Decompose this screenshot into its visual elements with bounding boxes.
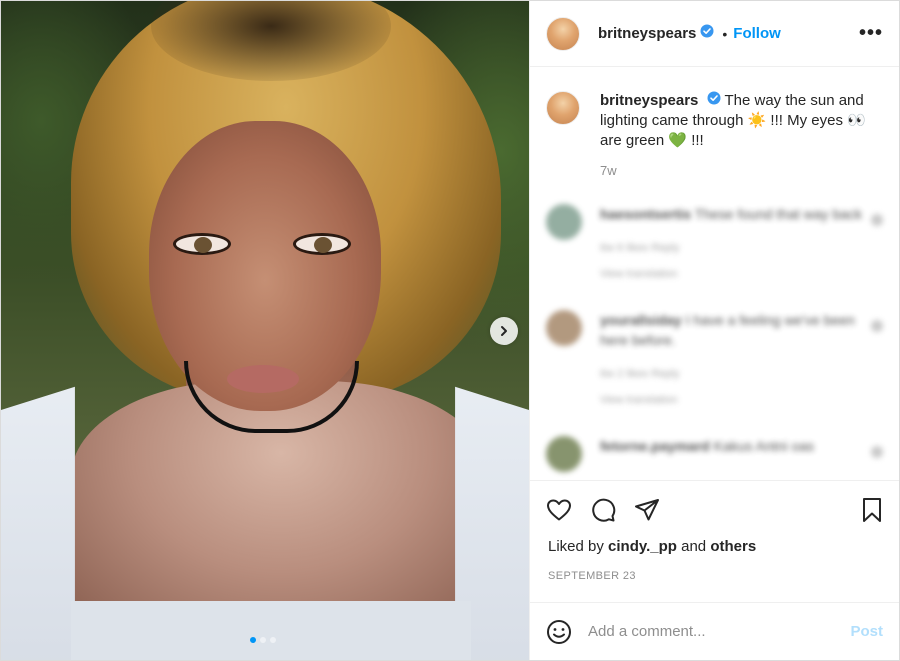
chevron-right-icon <box>501 326 507 336</box>
emoji-icon[interactable] <box>546 619 572 645</box>
share-icon[interactable] <box>634 498 660 522</box>
comment-text: Kakus Antni oas <box>713 438 814 455</box>
carousel-dot <box>260 637 266 643</box>
post-photo[interactable] <box>1 1 529 660</box>
carousel-indicator <box>250 637 276 643</box>
list-item: yourallsiday I have a feeling we've been… <box>546 310 883 410</box>
liked-by-user-link[interactable]: cindy._pp <box>608 538 677 555</box>
comment-text: These found that way back <box>694 206 863 223</box>
likes-and: and <box>681 538 707 555</box>
carousel-next-button[interactable] <box>490 317 518 345</box>
more-icon[interactable]: ••• <box>859 22 883 45</box>
comment-meta: 6w 6 likes Reply <box>600 242 680 255</box>
avatar[interactable] <box>546 16 580 51</box>
instagram-post: britneyspears • Follow ••• britneyspears <box>0 0 900 661</box>
heart-icon <box>871 446 883 459</box>
add-comment-bar: Post <box>530 602 899 660</box>
post-comment-button[interactable]: Post <box>850 623 883 640</box>
heart-icon[interactable] <box>546 498 572 522</box>
carousel-dot <box>250 637 256 643</box>
likes-prefix: Liked by <box>548 538 604 555</box>
comment-translation: View translation <box>600 268 678 281</box>
action-bar <box>530 480 899 538</box>
post-sidebar: britneyspears • Follow ••• britneyspears <box>529 1 899 660</box>
verified-badge-icon <box>707 91 721 111</box>
caption: britneyspears The way the sun and lighti… <box>546 91 883 151</box>
list-item: fetorne.paymard Kakus Antni oas <box>546 436 883 473</box>
follow-button[interactable]: Follow <box>733 25 781 42</box>
list-item: haesontsertis These found that way back … <box>546 204 883 284</box>
avatar <box>546 204 582 241</box>
bookmark-icon[interactable] <box>861 497 883 523</box>
comment-username: fetorne.paymard <box>600 438 710 455</box>
comment-username: yourallsiday <box>600 312 682 329</box>
heart-icon <box>871 320 883 333</box>
post-age[interactable]: 7w <box>600 163 883 178</box>
carousel-dot <box>270 637 276 643</box>
comment-input[interactable] <box>588 623 851 640</box>
liked-by-others-link[interactable]: others <box>710 538 756 555</box>
post-date[interactable]: SEPTEMBER 23 <box>530 562 899 602</box>
verified-badge-icon <box>700 24 714 43</box>
photo-right-eye <box>293 233 351 255</box>
header-separator: • <box>722 25 728 42</box>
avatar <box>546 310 582 347</box>
comment-meta: 6w 2 likes Reply <box>600 368 680 381</box>
post-header: britneyspears • Follow ••• <box>530 1 899 67</box>
photo-left-eye <box>173 233 231 255</box>
comment-username: haesontsertis <box>600 206 692 223</box>
header-username[interactable]: britneyspears <box>598 25 696 42</box>
likes-summary: Liked by cindy._pp and others <box>530 538 899 562</box>
comment-translation: View translation <box>600 394 678 407</box>
comment-icon[interactable] <box>590 497 616 523</box>
caption-avatar[interactable] <box>546 91 580 125</box>
photo-dress-bodice <box>71 601 471 660</box>
comments-section[interactable]: britneyspears The way the sun and lighti… <box>530 67 899 480</box>
caption-username[interactable]: britneyspears <box>600 92 698 109</box>
heart-icon <box>871 214 883 227</box>
avatar <box>546 436 582 473</box>
